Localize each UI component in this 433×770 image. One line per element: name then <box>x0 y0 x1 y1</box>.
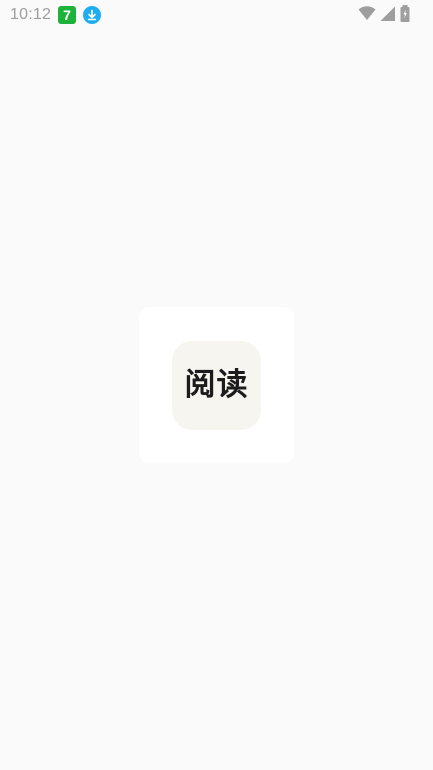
app-logo-text: 阅读 <box>184 366 249 403</box>
status-bar-right <box>358 4 411 26</box>
seven-app-icon: 7 <box>58 6 77 24</box>
splash-card: 阅读 <box>139 307 294 463</box>
status-bar-left: 10:12 7 <box>10 6 102 24</box>
seven-app-glyph: 7 <box>63 7 71 23</box>
wifi-icon <box>358 5 376 25</box>
download-icon <box>83 6 102 24</box>
splash-screen: 10:12 7 阅读 <box>0 0 433 770</box>
cellular-signal-icon <box>380 6 395 25</box>
app-logo-icon: 阅读 <box>172 340 261 430</box>
status-time: 10:12 <box>10 6 52 23</box>
status-bar: 10:12 7 <box>0 0 433 30</box>
battery-icon <box>399 4 411 26</box>
